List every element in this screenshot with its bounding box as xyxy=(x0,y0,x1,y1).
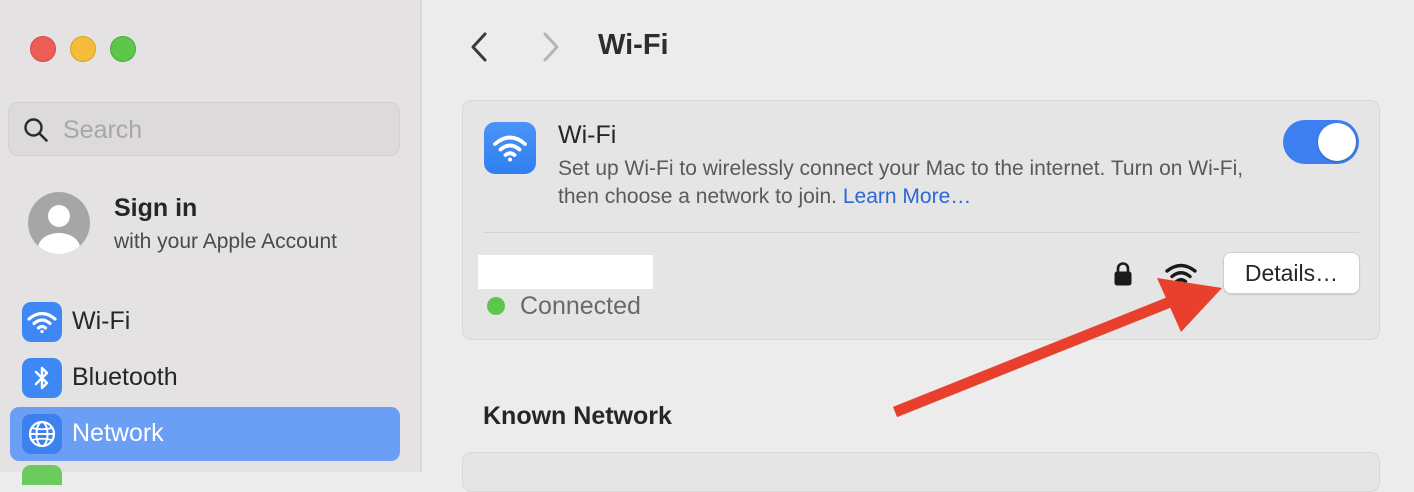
account-title: Sign in xyxy=(114,194,198,222)
close-window-button[interactable] xyxy=(30,36,56,62)
app-icon xyxy=(22,465,62,485)
sidebar-item-wifi[interactable]: Wi-Fi xyxy=(10,295,400,349)
sidebar-item-network[interactable]: Network xyxy=(10,407,400,461)
wifi-card-title: Wi-Fi xyxy=(558,121,617,149)
main-pane: Wi-Fi Wi-Fi Set up Wi-Fi to wirelessly c… xyxy=(422,0,1414,492)
account-subtitle: with your Apple Account xyxy=(114,230,337,253)
wifi-signal-icon xyxy=(1164,262,1198,293)
sidebar-item-label: Network xyxy=(72,419,164,447)
learn-more-link[interactable]: Learn More… xyxy=(843,185,971,208)
avatar xyxy=(28,192,90,254)
back-button[interactable] xyxy=(466,30,494,64)
wifi-icon xyxy=(22,302,62,342)
apple-account-sign-in[interactable]: Sign in with your Apple Account xyxy=(28,190,408,256)
sidebar-item-label: Wi-Fi xyxy=(72,307,131,335)
sidebar-item-next[interactable] xyxy=(10,463,400,485)
bluetooth-icon xyxy=(22,358,62,398)
page-title: Wi-Fi xyxy=(598,29,669,61)
minimize-window-button[interactable] xyxy=(70,36,96,62)
search-icon xyxy=(23,117,49,148)
wifi-card-description: Set up Wi-Fi to wirelessly connect your … xyxy=(558,155,1278,211)
sidebar-item-bluetooth[interactable]: Bluetooth xyxy=(10,351,400,405)
sidebar-item-label: Bluetooth xyxy=(72,363,178,391)
forward-button[interactable] xyxy=(536,30,564,64)
known-networks-card xyxy=(462,452,1380,492)
sidebar-search[interactable] xyxy=(8,102,400,156)
wifi-toggle[interactable] xyxy=(1283,120,1359,164)
zoom-window-button[interactable] xyxy=(110,36,136,62)
globe-icon xyxy=(22,414,62,454)
connection-status: Connected xyxy=(520,292,641,320)
lock-icon xyxy=(1113,261,1133,292)
network-name-redacted xyxy=(478,255,653,289)
known-network-heading: Known Network xyxy=(483,402,672,430)
toggle-knob xyxy=(1318,123,1356,161)
details-button[interactable]: Details… xyxy=(1223,252,1360,294)
search-input[interactable] xyxy=(61,111,385,149)
wifi-settings-card: Wi-Fi Set up Wi-Fi to wirelessly connect… xyxy=(462,100,1380,340)
connected-status-dot xyxy=(487,297,505,315)
divider xyxy=(483,232,1359,233)
wifi-icon xyxy=(484,122,536,174)
sidebar: Sign in with your Apple Account Wi-Fi Bl… xyxy=(0,0,420,485)
